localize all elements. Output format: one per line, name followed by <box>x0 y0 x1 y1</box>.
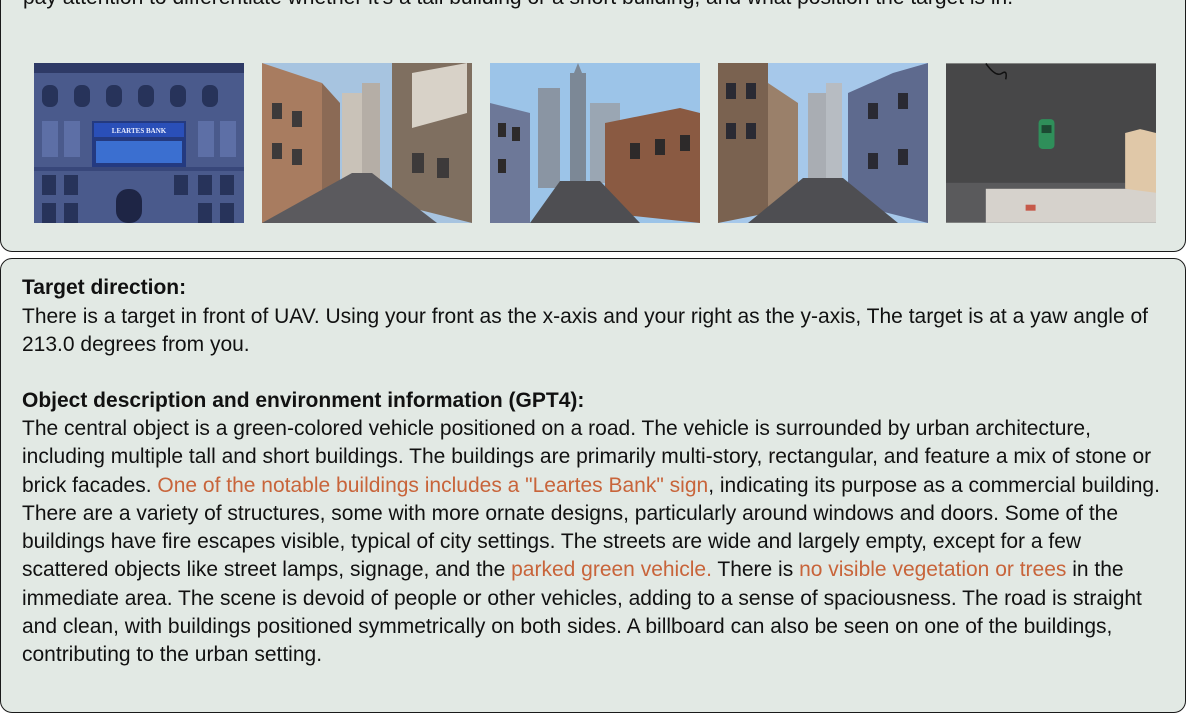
highlight-no-vegetation: no visible vegetation or trees <box>799 558 1067 582</box>
avenue-view-graphic <box>718 63 928 223</box>
green-vehicle <box>1038 119 1055 149</box>
description-segment: There is <box>711 558 800 582</box>
bank-facade-graphic: LEARTES BANK <box>34 63 244 223</box>
highlight-bank-sign: One of the notable buildings includes a … <box>157 473 709 497</box>
target-direction-text: There is a target in front of UAV. Using… <box>22 305 1149 357</box>
bank-sign-text: LEARTES BANK <box>112 127 167 135</box>
topdown-car-image <box>946 63 1157 223</box>
skyscrapers-street-graphic <box>490 63 700 223</box>
skyscrapers-street-image <box>490 63 700 223</box>
object-description-heading: Object description and environment infor… <box>22 389 585 412</box>
street-billboard-graphic <box>262 63 472 223</box>
target-direction-heading: Target direction: <box>22 276 187 299</box>
object-description-text: The central object is a green-colored ve… <box>22 415 1167 670</box>
highlight-green-vehicle: parked green vehicle. <box>511 558 712 582</box>
image-panel: pay attention to differentiate whether i… <box>0 0 1186 252</box>
topdown-car-graphic <box>946 63 1156 223</box>
street-billboard-image <box>262 63 472 223</box>
bank-facade-image: LEARTES BANK <box>34 63 244 223</box>
text-panel: Target direction: There is a target in f… <box>0 258 1186 713</box>
instruction-text: pay attention to differentiate whether i… <box>23 0 1013 10</box>
avenue-view-image <box>718 63 928 223</box>
